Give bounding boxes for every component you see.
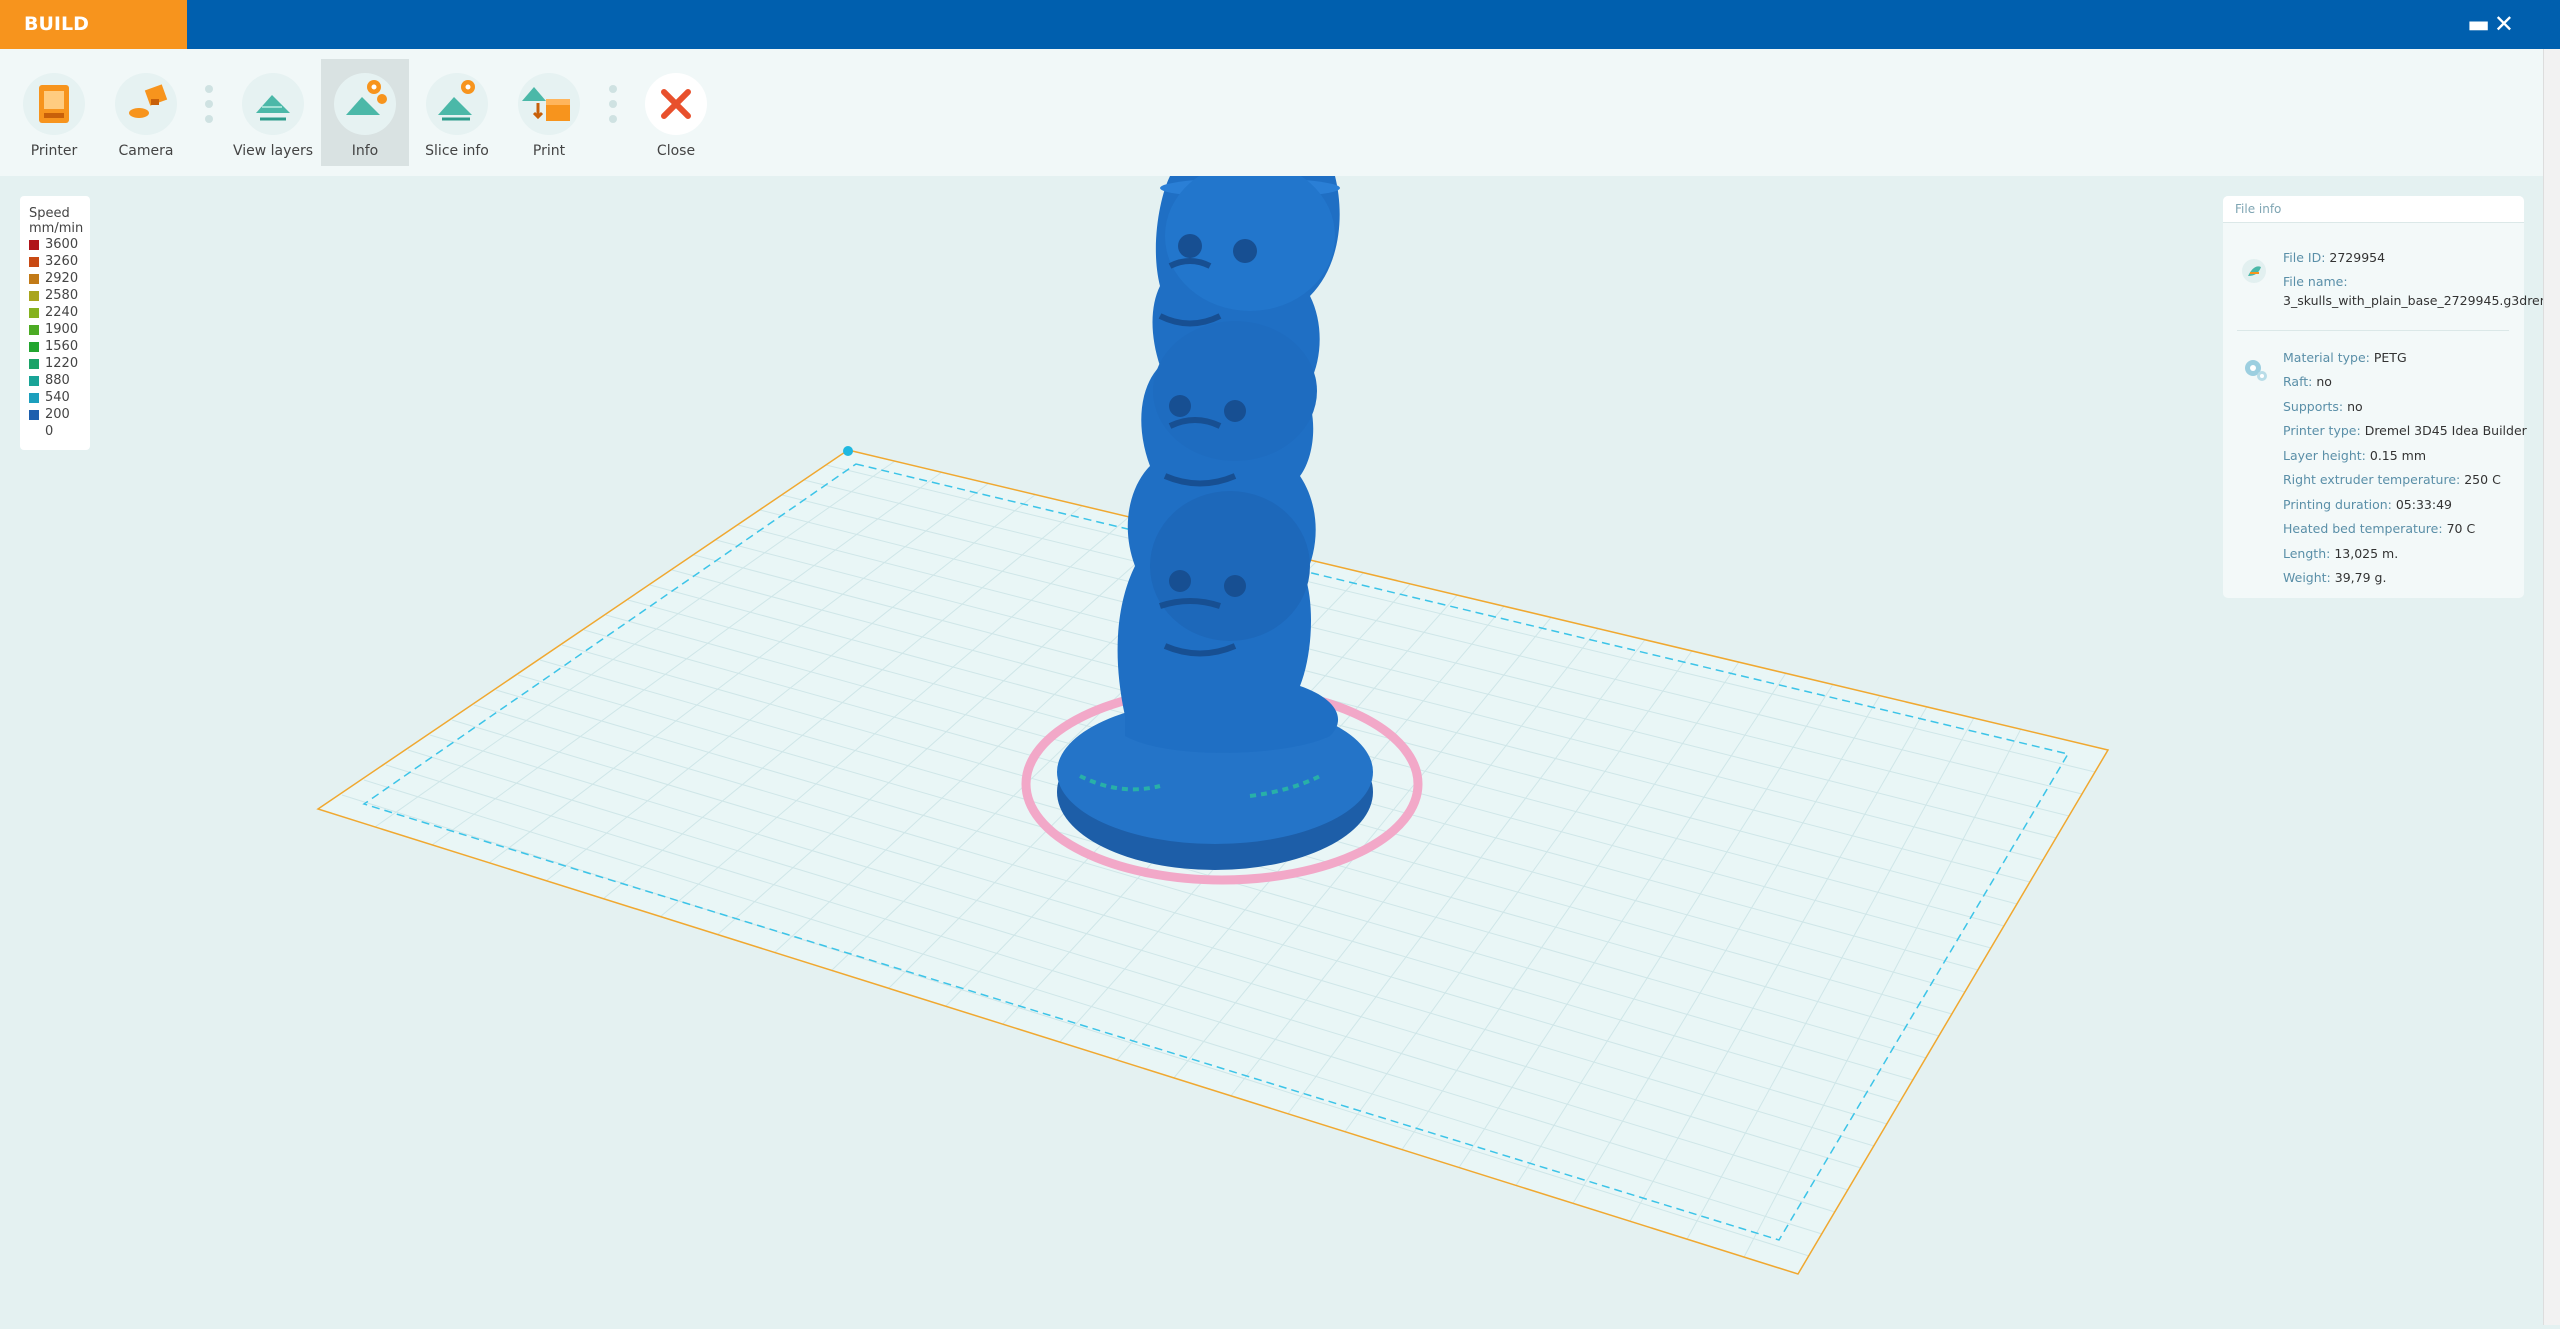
legend-value: 0 [45,424,54,439]
printer-button[interactable]: Printer [10,59,98,166]
settings-gear-icon [2241,356,2269,388]
print-button[interactable]: Print [505,59,593,166]
legend-swatch [29,426,39,437]
vertical-scrollbar[interactable] [2543,49,2560,1325]
legend-unit: mm/min [29,221,84,236]
length-line: Length: 13,025 m. [2283,546,2399,561]
legend-row: 2580 [29,287,90,304]
close-icon [645,73,707,135]
legend-row: 1900 [29,321,90,338]
camera-label: Camera [118,143,174,159]
slice-info-button[interactable]: Slice info [413,59,501,166]
layers-icon [242,73,304,135]
legend-value: 2240 [45,305,79,320]
file-name-line: File name: [2283,274,2348,289]
file-id-key: File ID: [2283,250,2326,265]
slice-info-icon [426,73,488,135]
printer-type-line: Printer type: Dremel 3D45 Idea Builder [2283,423,2527,438]
close-window-icon[interactable]: ✕ [2494,10,2514,38]
file-id-line: File ID: 2729954 [2283,250,2385,265]
legend-swatch [29,392,39,403]
legend-value: 2920 [45,271,79,286]
minimize-icon[interactable]: ▬ [2467,10,2490,38]
legend-row: 1220 [29,355,90,372]
close-button[interactable]: Close [632,59,720,166]
legend-value: 3600 [45,237,79,252]
view-layers-label: View layers [232,143,314,159]
duration-line: Printing duration: 05:33:49 [2283,497,2452,512]
file-name-key: File name: [2283,274,2348,289]
title-bar: BUILD PREVIEW ▬✕ [0,0,2560,84]
close-label: Close [656,143,696,159]
file-info-header: File info [2223,196,2524,223]
view-layers-button[interactable]: View layers [229,59,317,166]
toolbar: Printer Camera View layers Info Slice in… [0,49,2544,176]
legend-row: 3600 [29,236,90,253]
legend-row: 3260 [29,253,90,270]
printer-label: Printer [30,143,78,159]
toolbar-separator [609,79,617,130]
speed-legend: Speed mm/min 3600 3260 2920 2580 2240 19… [20,196,90,450]
extruder-temp-line: Right extruder temperature: 250 C [2283,472,2501,487]
material-line: Material type: PETG [2283,350,2407,365]
camera-button[interactable]: Camera [102,59,190,166]
printer-icon [23,73,85,135]
origin-marker [843,446,853,456]
info-gears-icon [334,73,396,135]
legend-swatch [29,256,39,267]
layer-height-line: Layer height: 0.15 mm [2283,448,2427,463]
legend-value: 1560 [45,339,79,354]
legend-value: 2580 [45,288,79,303]
legend-value: 1900 [45,322,79,337]
legend-swatch [29,375,39,386]
legend-value: 3260 [45,254,79,269]
legend-row: 0 [29,423,90,440]
legend-row: 1560 [29,338,90,355]
legend-row: 540 [29,389,90,406]
file-icon [2241,258,2267,288]
print-icon [518,73,580,135]
legend-swatch [29,324,39,335]
legend-value: 200 [45,407,70,422]
info-button[interactable]: Info [321,59,409,166]
legend-swatch [29,239,39,250]
legend-title: Speed [29,206,70,221]
legend-row: 200 [29,406,90,423]
legend-value: 540 [45,390,70,405]
legend-row: 2240 [29,304,90,321]
file-info-panel: File info File ID: 2729954 File name: 3_… [2223,196,2552,598]
file-name-value: 3_skulls_with_plain_base_2729945.g3drem [2283,293,2552,308]
raft-line: Raft: no [2283,374,2332,389]
print-label: Print [532,143,566,159]
bed-temp-line: Heated bed temperature: 70 C [2283,521,2476,536]
legend-swatch [29,341,39,352]
divider [2237,330,2509,331]
legend-value: 1220 [45,356,79,371]
3d-viewport[interactable] [0,161,2544,1325]
slice-info-label: Slice info [425,143,489,159]
legend-row: 880 [29,372,90,389]
legend-value: 880 [45,373,70,388]
legend-row: 2920 [29,270,90,287]
toolbar-separator [205,79,213,130]
weight-line: Weight: 39,79 g. [2283,570,2387,585]
legend-swatch [29,409,39,420]
window-controls: ▬ ✕ [2463,10,2514,38]
info-label: Info [351,143,379,159]
camera-icon [115,73,177,135]
window-title: BUILD PREVIEW [0,0,187,84]
supports-line: Supports: no [2283,399,2363,414]
file-id-value: 2729954 [2329,250,2386,265]
legend-swatch [29,358,39,369]
legend-swatch [29,273,39,284]
legend-swatch [29,290,39,301]
legend-swatch [29,307,39,318]
